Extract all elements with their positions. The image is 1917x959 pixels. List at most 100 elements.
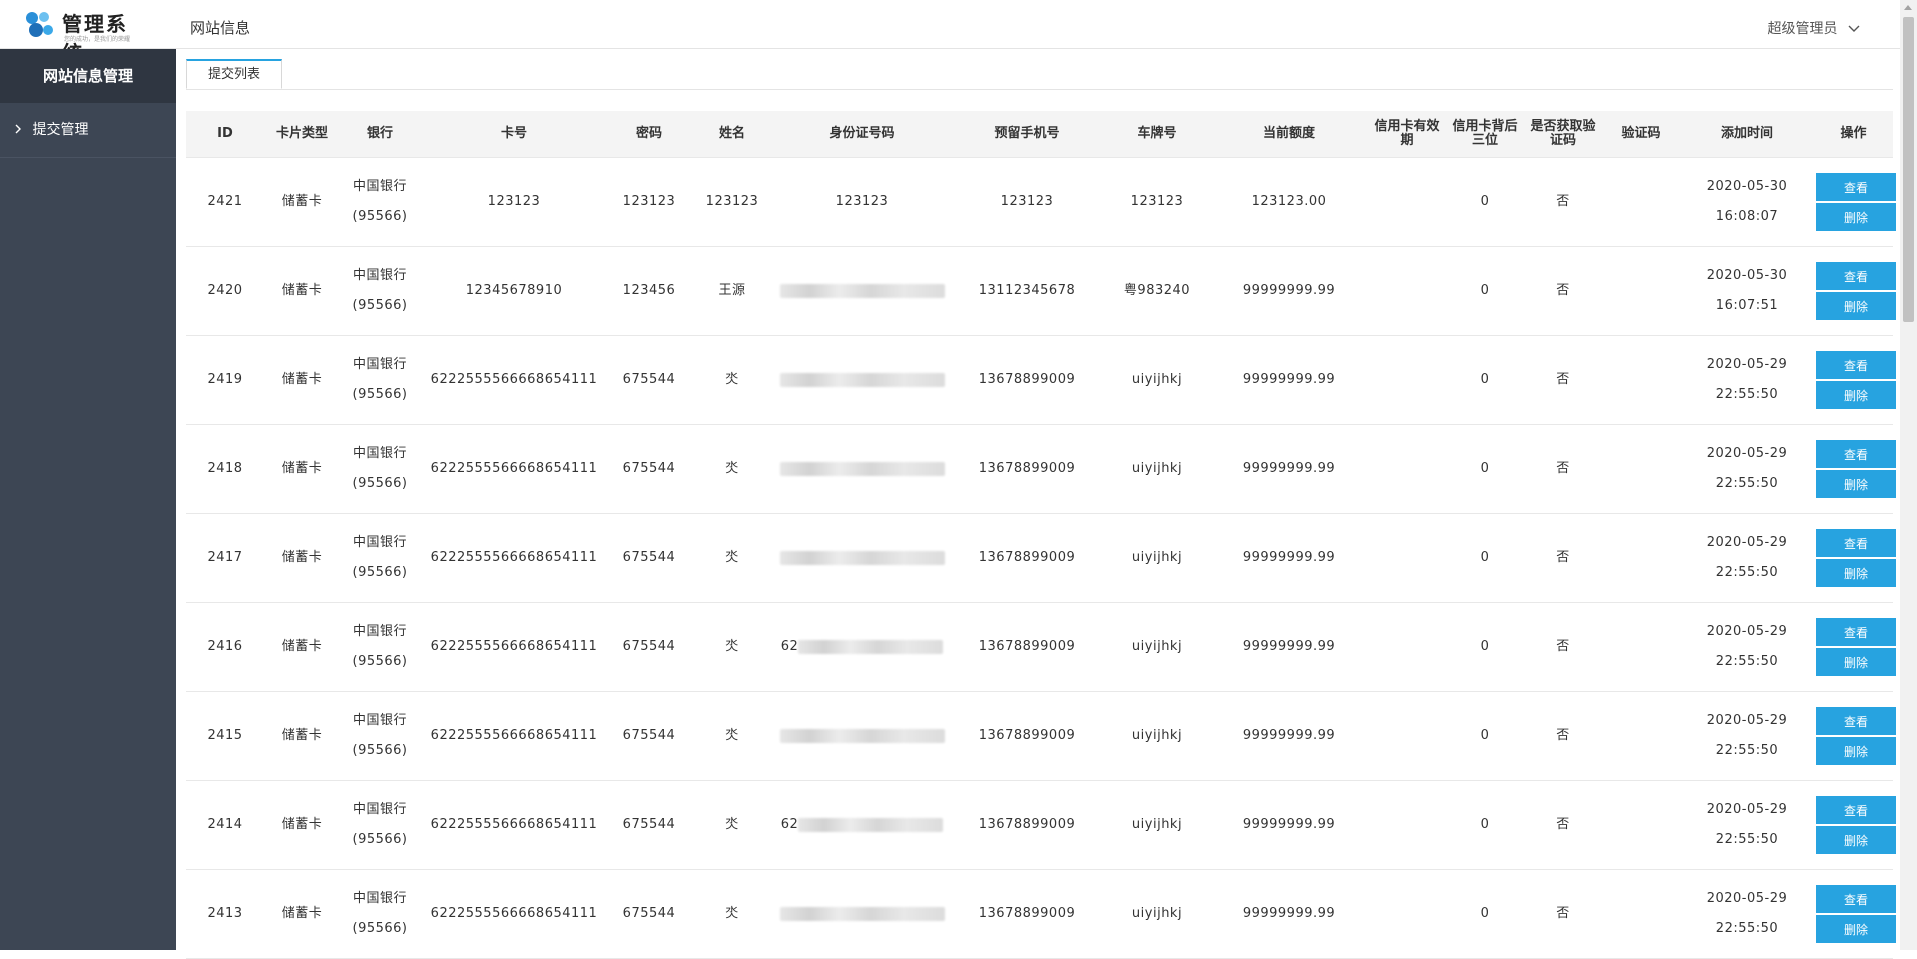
cell-expiry	[1368, 424, 1446, 514]
bank-code: (95566)	[352, 387, 408, 402]
cell-added-time: 2020-05-29 22:55:50	[1680, 691, 1814, 781]
sidebar-item-submit-management[interactable]: 提交管理	[0, 103, 176, 158]
delete-button[interactable]: 删除	[1816, 292, 1896, 320]
cell-pwd: 675544	[608, 869, 690, 959]
redacted-id-blur	[779, 283, 945, 298]
sidebar-item-label: 提交管理	[32, 122, 89, 138]
view-button[interactable]: 查看	[1816, 796, 1896, 824]
tab-submit-list[interactable]: 提交列表	[186, 59, 282, 89]
submission-table: ID 卡片类型 银行 卡号 密码 姓名 身份证号码 预留手机号 车牌号 当前额度 信用卡有效期 信用卡…	[186, 111, 1896, 959]
cell-bank: 中国银行 (95566)	[340, 335, 420, 425]
bank-name: 中国银行	[352, 891, 407, 906]
cell-pwd: 675544	[608, 780, 690, 870]
cell-id: 2420	[186, 246, 264, 336]
view-button[interactable]: 查看	[1816, 351, 1896, 379]
added-date: 2020-05-29	[1706, 713, 1788, 728]
cell-id: 2419	[186, 335, 264, 425]
cell-id: 2413	[186, 869, 264, 959]
cell-limit: 99999999.99	[1210, 780, 1368, 870]
delete-button[interactable]: 删除	[1816, 559, 1896, 587]
cell-type: 储蓄卡	[264, 335, 340, 425]
view-button[interactable]: 查看	[1816, 707, 1896, 735]
delete-button[interactable]: 删除	[1816, 203, 1896, 231]
added-clock: 22:55:50	[1715, 743, 1779, 758]
cell-card: 12345678910	[420, 246, 608, 336]
scrollbar-thumb[interactable]	[1903, 17, 1914, 322]
bank-name: 中国银行	[352, 268, 407, 283]
cell-type: 储蓄卡	[264, 246, 340, 336]
cell-type: 储蓄卡	[264, 602, 340, 692]
cell-plate: 粤983240	[1104, 246, 1210, 336]
cell-got_code: 否	[1524, 869, 1602, 959]
logo-subtitle: 您的成功，是我们的荣耀	[64, 36, 131, 43]
logo-icon	[26, 12, 53, 37]
delete-button[interactable]: 删除	[1816, 648, 1896, 676]
user-name: 超级管理员	[1767, 21, 1838, 37]
cell-cvv: 0	[1446, 780, 1524, 870]
cell-plate: uiyijhkj	[1104, 691, 1210, 781]
delete-button[interactable]: 删除	[1816, 737, 1896, 765]
cell-name: 氼	[690, 513, 774, 603]
cell-code	[1602, 602, 1680, 692]
added-date: 2020-05-30	[1706, 268, 1788, 283]
delete-button[interactable]: 删除	[1816, 381, 1896, 409]
cell-expiry	[1368, 335, 1446, 425]
added-date: 2020-05-29	[1706, 802, 1788, 817]
column-header: 操作	[1814, 111, 1893, 158]
view-button[interactable]: 查看	[1816, 440, 1896, 468]
bank-code: (95566)	[352, 921, 408, 936]
column-header: ID	[186, 111, 264, 158]
id-prefix: 62	[780, 816, 799, 832]
cell-got_code: 否	[1524, 602, 1602, 692]
delete-button[interactable]: 删除	[1816, 826, 1896, 854]
cell-actions: 查看 删除	[1814, 602, 1896, 692]
cell-limit: 99999999.99	[1210, 869, 1368, 959]
cell-added-time: 2020-05-29 22:55:50	[1680, 335, 1814, 425]
id-prefix: 62	[780, 638, 799, 654]
cell-id: 2414	[186, 780, 264, 870]
column-header: 当前额度	[1210, 111, 1368, 158]
cell-pwd: 123123	[608, 157, 690, 247]
scroll-up-arrow-icon[interactable]	[1904, 5, 1912, 10]
column-header: 验证码	[1602, 111, 1680, 158]
cell-idcard: 123123	[774, 157, 950, 247]
cell-idcard	[774, 513, 950, 603]
user-menu[interactable]: 超级管理员	[1768, 18, 1860, 38]
cell-name: 王源	[690, 246, 774, 336]
column-header: 是否获取验证码	[1524, 111, 1602, 158]
cell-code	[1602, 246, 1680, 336]
bank-name: 中国银行	[352, 357, 407, 372]
cell-got_code: 否	[1524, 780, 1602, 870]
view-button[interactable]: 查看	[1816, 262, 1896, 290]
delete-button[interactable]: 删除	[1816, 470, 1896, 498]
column-header: 添加时间	[1680, 111, 1814, 158]
logo[interactable]: 管理系统 您的成功，是我们的荣耀	[18, 6, 148, 65]
vertical-scrollbar[interactable]	[1900, 0, 1917, 950]
view-button[interactable]: 查看	[1816, 173, 1896, 201]
cell-expiry	[1368, 780, 1446, 870]
bank-code: (95566)	[352, 832, 408, 847]
cell-limit: 99999999.99	[1210, 246, 1368, 336]
redacted-id-blur	[779, 728, 945, 743]
cell-limit: 99999999.99	[1210, 335, 1368, 425]
cell-cvv: 0	[1446, 691, 1524, 781]
cell-added-time: 2020-05-29 22:55:50	[1680, 513, 1814, 603]
cell-got_code: 否	[1524, 424, 1602, 514]
bank-name: 中国银行	[352, 713, 407, 728]
cell-code	[1602, 335, 1680, 425]
view-button[interactable]: 查看	[1816, 885, 1896, 913]
cell-phone: 123123	[950, 157, 1104, 247]
cell-code	[1602, 691, 1680, 781]
cell-added-time: 2020-05-30 16:07:51	[1680, 246, 1814, 336]
view-button[interactable]: 查看	[1816, 529, 1896, 557]
cell-actions: 查看 删除	[1814, 513, 1896, 603]
bank-name: 中国银行	[352, 624, 407, 639]
bank-code: (95566)	[352, 298, 408, 313]
redacted-id-blur	[779, 461, 945, 476]
cell-code	[1602, 513, 1680, 603]
cell-idcard	[774, 335, 950, 425]
view-button[interactable]: 查看	[1816, 618, 1896, 646]
cell-cvv: 0	[1446, 335, 1524, 425]
added-clock: 16:07:51	[1715, 298, 1779, 313]
delete-button[interactable]: 删除	[1816, 915, 1896, 943]
